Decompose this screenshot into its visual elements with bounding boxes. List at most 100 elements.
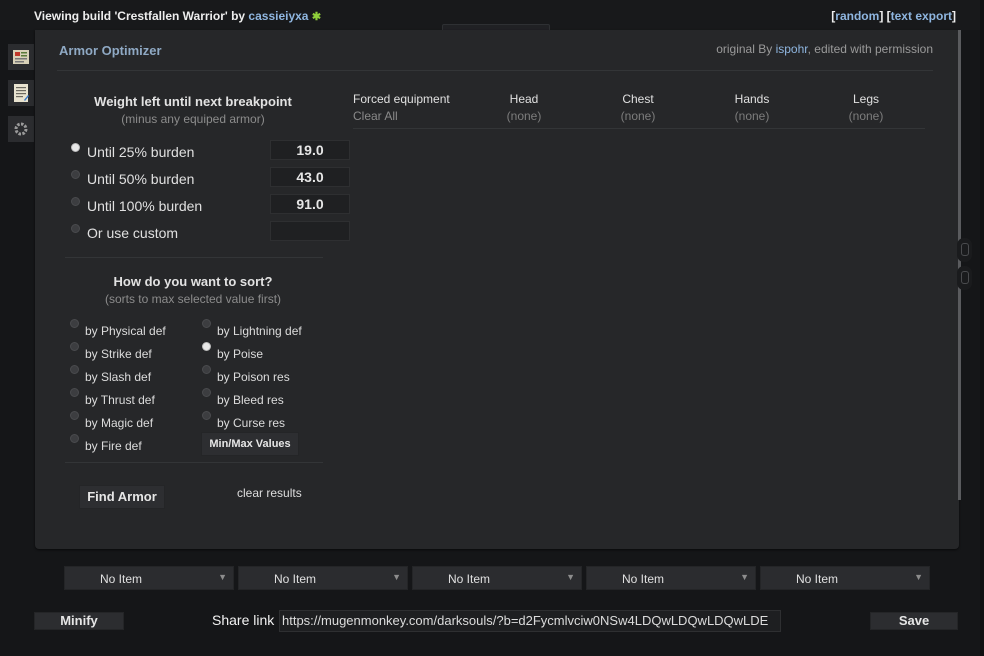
- radio-sort-magic[interactable]: [70, 411, 79, 420]
- item-select-value: No Item: [273, 572, 316, 586]
- sort-label: by Strike def: [85, 347, 152, 361]
- sort-label: by Bleed res: [217, 393, 284, 407]
- item-select-4[interactable]: No Item ▼: [586, 566, 756, 590]
- forced-equipment-header: Forced equipment Clear All: [353, 92, 450, 123]
- forced-column-hands[interactable]: Hands (none): [717, 92, 787, 123]
- section-divider: [65, 257, 323, 258]
- chevron-down-icon: ▼: [914, 572, 923, 582]
- radio-sort-physical[interactable]: [70, 319, 79, 328]
- forced-column-head[interactable]: Head (none): [489, 92, 559, 123]
- burden-label: Until 25% burden: [87, 144, 195, 160]
- column-value: (none): [848, 109, 884, 123]
- radio-sort-lightning[interactable]: [202, 319, 211, 328]
- radio-sort-poise[interactable]: [202, 342, 211, 351]
- radio-sort-curse[interactable]: [202, 411, 211, 420]
- build-title: Viewing build 'Crestfallen Warrior' by c…: [34, 9, 321, 23]
- chevron-down-icon: ▼: [392, 572, 401, 582]
- random-link[interactable]: random: [835, 9, 879, 23]
- sort-section-header: How do you want to sort? (sorts to max s…: [65, 274, 321, 306]
- minify-button[interactable]: Minify: [34, 612, 124, 630]
- weight-subheading: (minus any equiped armor): [121, 112, 265, 126]
- top-links: [random] [text export]: [831, 9, 956, 23]
- credit-prefix: original By: [716, 42, 773, 56]
- radio-sort-strike[interactable]: [70, 342, 79, 351]
- user-badge-icon: ✱: [311, 11, 322, 23]
- column-value: (none): [734, 109, 770, 123]
- credit-line: original By ispohr, edited with permissi…: [716, 42, 933, 56]
- credit-suffix: , edited with permission: [807, 42, 933, 56]
- tab-settings[interactable]: [8, 116, 34, 142]
- burden-label: Or use custom: [87, 225, 179, 241]
- chevron-down-icon: ▼: [218, 572, 227, 582]
- radio-sort-slash[interactable]: [70, 365, 79, 374]
- column-label: Hands: [734, 92, 770, 106]
- forced-equipment-heading: Forced equipment: [353, 92, 450, 106]
- chevron-down-icon: ▼: [566, 572, 575, 582]
- column-value: (none): [620, 109, 656, 123]
- tab-character-sheet[interactable]: [8, 44, 34, 70]
- radio-burden-50[interactable]: [71, 170, 80, 179]
- section-divider: [65, 462, 323, 463]
- column-label: Chest: [622, 92, 654, 106]
- item-select-value: No Item: [99, 572, 142, 586]
- burden-value-50: 43.0: [270, 167, 350, 187]
- find-armor-button[interactable]: Find Armor: [79, 485, 165, 509]
- save-button[interactable]: Save: [870, 612, 958, 630]
- burden-value-25: 19.0: [270, 140, 350, 160]
- scroll-up-handle[interactable]: [957, 238, 972, 262]
- custom-weight-input[interactable]: [270, 221, 350, 241]
- burden-label: Until 100% burden: [87, 198, 203, 214]
- radio-sort-thrust[interactable]: [70, 388, 79, 397]
- sort-label: by Magic def: [85, 416, 154, 430]
- panel-scrollbar[interactable]: [958, 30, 961, 500]
- header-divider: [57, 70, 933, 71]
- item-select-2[interactable]: No Item ▼: [238, 566, 408, 590]
- sort-label: by Physical def: [85, 324, 166, 338]
- sort-subheading: (sorts to max selected value first): [104, 292, 282, 306]
- min-max-values-button[interactable]: Min/Max Values: [201, 432, 299, 456]
- sort-label: by Curse res: [217, 416, 286, 430]
- text-export-link[interactable]: text export: [891, 9, 952, 23]
- item-select-1[interactable]: No Item ▼: [64, 566, 234, 590]
- sort-label: by Poise: [217, 347, 264, 361]
- column-value: (none): [506, 109, 542, 123]
- sort-label: by Slash def: [85, 370, 152, 384]
- radio-burden-25[interactable]: [71, 143, 80, 152]
- forced-column-legs[interactable]: Legs (none): [831, 92, 901, 123]
- radio-burden-100[interactable]: [71, 197, 80, 206]
- share-link-input[interactable]: https://mugenmonkey.com/darksouls/?b=d2F…: [279, 610, 781, 632]
- weight-heading: Weight left until next breakpoint: [94, 94, 292, 109]
- credit-author-link[interactable]: ispohr: [776, 42, 808, 56]
- page-scrollbar[interactable]: [980, 0, 984, 656]
- handle-grip-icon: [961, 271, 969, 284]
- sort-label: by Fire def: [85, 439, 142, 453]
- radio-sort-bleed[interactable]: [202, 388, 211, 397]
- sidebar-tabs: [8, 44, 34, 152]
- clear-results-link[interactable]: clear results: [237, 486, 302, 500]
- tab-notes[interactable]: [8, 80, 34, 106]
- settings-gear-icon: [14, 122, 28, 136]
- item-select-5[interactable]: No Item ▼: [760, 566, 930, 590]
- item-select-3[interactable]: No Item ▼: [412, 566, 582, 590]
- chevron-down-icon: ▼: [740, 572, 749, 582]
- radio-burden-custom[interactable]: [71, 224, 80, 233]
- weight-section-header: Weight left until next breakpoint (minus…: [65, 94, 321, 126]
- column-label: Legs: [852, 92, 880, 106]
- character-sheet-icon: [13, 50, 29, 64]
- clear-all-link[interactable]: Clear All: [353, 109, 450, 123]
- sort-label: by Thrust def: [85, 393, 155, 407]
- panel-title: Armor Optimizer: [59, 43, 162, 58]
- column-label: Head: [509, 92, 539, 106]
- radio-sort-poison[interactable]: [202, 365, 211, 374]
- burden-label: Until 50% burden: [87, 171, 195, 187]
- forced-equipment-table: Forced equipment Clear All Head (none) C…: [353, 92, 925, 129]
- scroll-down-handle[interactable]: [957, 266, 972, 290]
- build-title-text: Viewing build 'Crestfallen Warrior' by: [34, 9, 246, 23]
- notes-icon: [14, 84, 29, 102]
- handle-grip-icon: [961, 243, 969, 256]
- forced-column-chest[interactable]: Chest (none): [603, 92, 673, 123]
- burden-value-100: 91.0: [270, 194, 350, 214]
- author-link[interactable]: cassieiyxa: [248, 9, 308, 23]
- radio-sort-fire[interactable]: [70, 434, 79, 443]
- item-select-value: No Item: [621, 572, 664, 586]
